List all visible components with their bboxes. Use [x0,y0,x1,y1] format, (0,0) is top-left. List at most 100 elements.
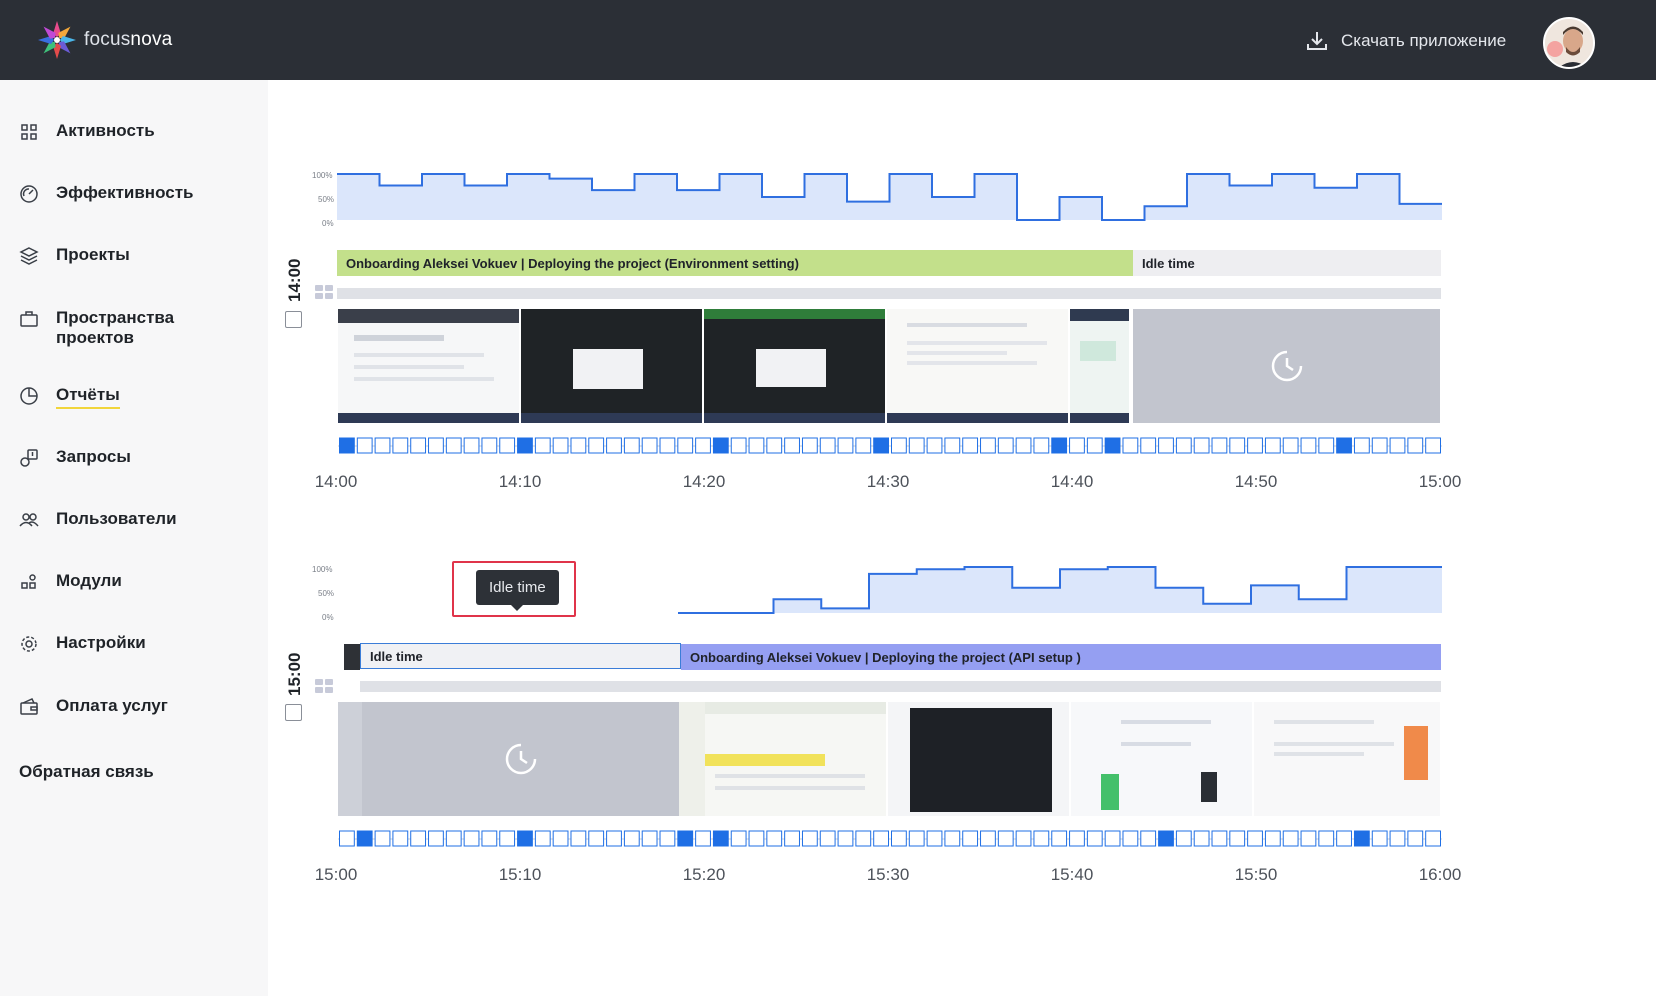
screenshot-thumbnail[interactable] [1070,309,1129,423]
screenshot-marker [1051,830,1068,847]
screenshot-marker [1033,437,1050,454]
request-icon [18,447,40,469]
screenshot-marker [1158,437,1174,454]
screenshot-marker [659,830,676,847]
logo[interactable]: focusnova [36,18,172,62]
screenshot-marker-active [517,830,533,847]
screenshot-thumbnail[interactable] [1254,702,1440,816]
screenshot-thumbnail[interactable] [338,702,362,816]
hour-select-checkbox[interactable] [285,311,302,328]
time-label: 14:50 [1234,472,1278,491]
sidebar-item-modules[interactable]: Модули [18,571,122,593]
screenshot-marker [1425,830,1442,847]
screenshot-marker [428,437,444,454]
sidebar-item-label: Пространства проектов [56,308,175,347]
screenshot-marker [1229,830,1246,847]
screenshots-grid-icon[interactable] [315,679,333,693]
screenshot-marker [1318,830,1335,847]
screenshot-marker [606,830,622,847]
screenshot-marker [534,437,551,454]
screenshot-marker [1015,437,1032,454]
screenshot-marker [588,437,605,454]
user-avatar[interactable] [1543,17,1595,69]
users-icon [18,509,40,531]
screenshot-marker [784,437,800,454]
activity-axis-label: 50% [318,589,335,598]
modules-icon [18,571,40,593]
sidebar-item-project-spaces[interactable]: Пространства проектов [18,308,236,348]
screenshot-thumbnail[interactable] [521,309,702,423]
screenshot-marker [730,830,747,847]
sidebar-item-projects[interactable]: Проекты [18,245,130,267]
activity-chart [337,173,1442,221]
sidebar-item-reports[interactable]: Отчёты [18,385,120,409]
screenshot-marker-active [712,437,729,454]
screenshot-marker [1122,830,1139,847]
time-label: 15:20 [682,865,726,884]
screenshot-marker [801,830,818,847]
screenshot-marker [908,437,925,454]
screenshot-timeline[interactable] [338,436,1442,456]
screenshot-marker [695,830,711,847]
top-bar: focusnova Скачать приложение [0,0,1656,80]
screenshot-thumbnail[interactable] [338,309,519,423]
screenshot-marker [1407,830,1424,847]
short-activity-segment[interactable] [344,644,360,670]
wallet-icon [18,696,40,718]
keyboard-activity-strip [360,681,1441,692]
feedback-link[interactable]: Обратная связь [19,762,154,782]
task-segment[interactable]: Onboarding Aleksei Vokuev | Deploying th… [681,644,1441,670]
time-label: 15:00 [314,865,358,884]
screenshot-marker [1425,437,1442,454]
screenshot-marker [677,437,694,454]
download-app-button[interactable]: Скачать приложение [1305,26,1506,56]
screenshot-marker [445,437,462,454]
idle-screenshot-placeholder[interactable] [362,702,679,816]
time-label: 15:40 [1050,865,1094,884]
screenshot-marker [748,437,765,454]
screenshot-marker [1264,437,1281,454]
screenshot-marker [1247,830,1263,847]
idle-segment[interactable]: Idle time [360,643,681,669]
screenshot-marker [944,437,961,454]
task-segment[interactable]: Onboarding Aleksei Vokuev | Deploying th… [337,250,1133,276]
screenshot-marker [695,437,711,454]
sidebar-item-activity[interactable]: Активность [18,121,155,143]
screenshot-thumbnail[interactable] [705,702,886,816]
idle-time-tooltip: Idle time [476,570,559,611]
screenshot-thumbnail[interactable] [704,309,885,423]
idle-segment[interactable]: Idle time [1133,250,1441,276]
screenshot-marker-active [1051,437,1068,454]
sidebar-item-payment[interactable]: Оплата услуг [18,696,168,718]
sidebar-item-efficiency[interactable]: Эффективность [18,183,193,205]
hour-select-checkbox[interactable] [285,704,302,721]
screenshots-grid-icon[interactable] [315,285,333,299]
activity-axis-label: 100% [312,171,333,180]
screenshot-marker [641,830,658,847]
screenshot-marker [837,830,854,847]
screenshot-thumbnail[interactable] [679,702,705,816]
sidebar-item-users[interactable]: Пользователи [18,509,177,531]
screenshot-marker-active [1336,437,1352,454]
screenshot-marker [623,437,640,454]
screenshot-marker [463,830,480,847]
screenshot-marker [641,437,658,454]
sidebar-item-label: Активность [56,121,155,140]
screenshot-marker [339,830,355,847]
sidebar-item-requests[interactable]: Запросы [18,447,131,469]
screenshot-marker [819,437,836,454]
idle-screenshot-placeholder[interactable] [1133,309,1440,423]
screenshot-timeline[interactable] [338,829,1442,849]
sidebar-item-settings[interactable]: Настройки [18,633,146,655]
screenshot-thumbnail[interactable] [1071,702,1252,816]
screenshot-marker [1193,830,1210,847]
screenshot-thumbnail[interactable] [888,702,1069,816]
screenshot-marker [962,437,979,454]
screenshot-thumbnail[interactable] [887,309,1068,423]
screenshot-marker [1015,830,1032,847]
screenshot-marker-active [1158,830,1174,847]
screenshot-marker [1282,830,1299,847]
screenshot-marker [1175,437,1192,454]
activity-chart [678,566,1442,614]
gear-icon [18,633,40,655]
